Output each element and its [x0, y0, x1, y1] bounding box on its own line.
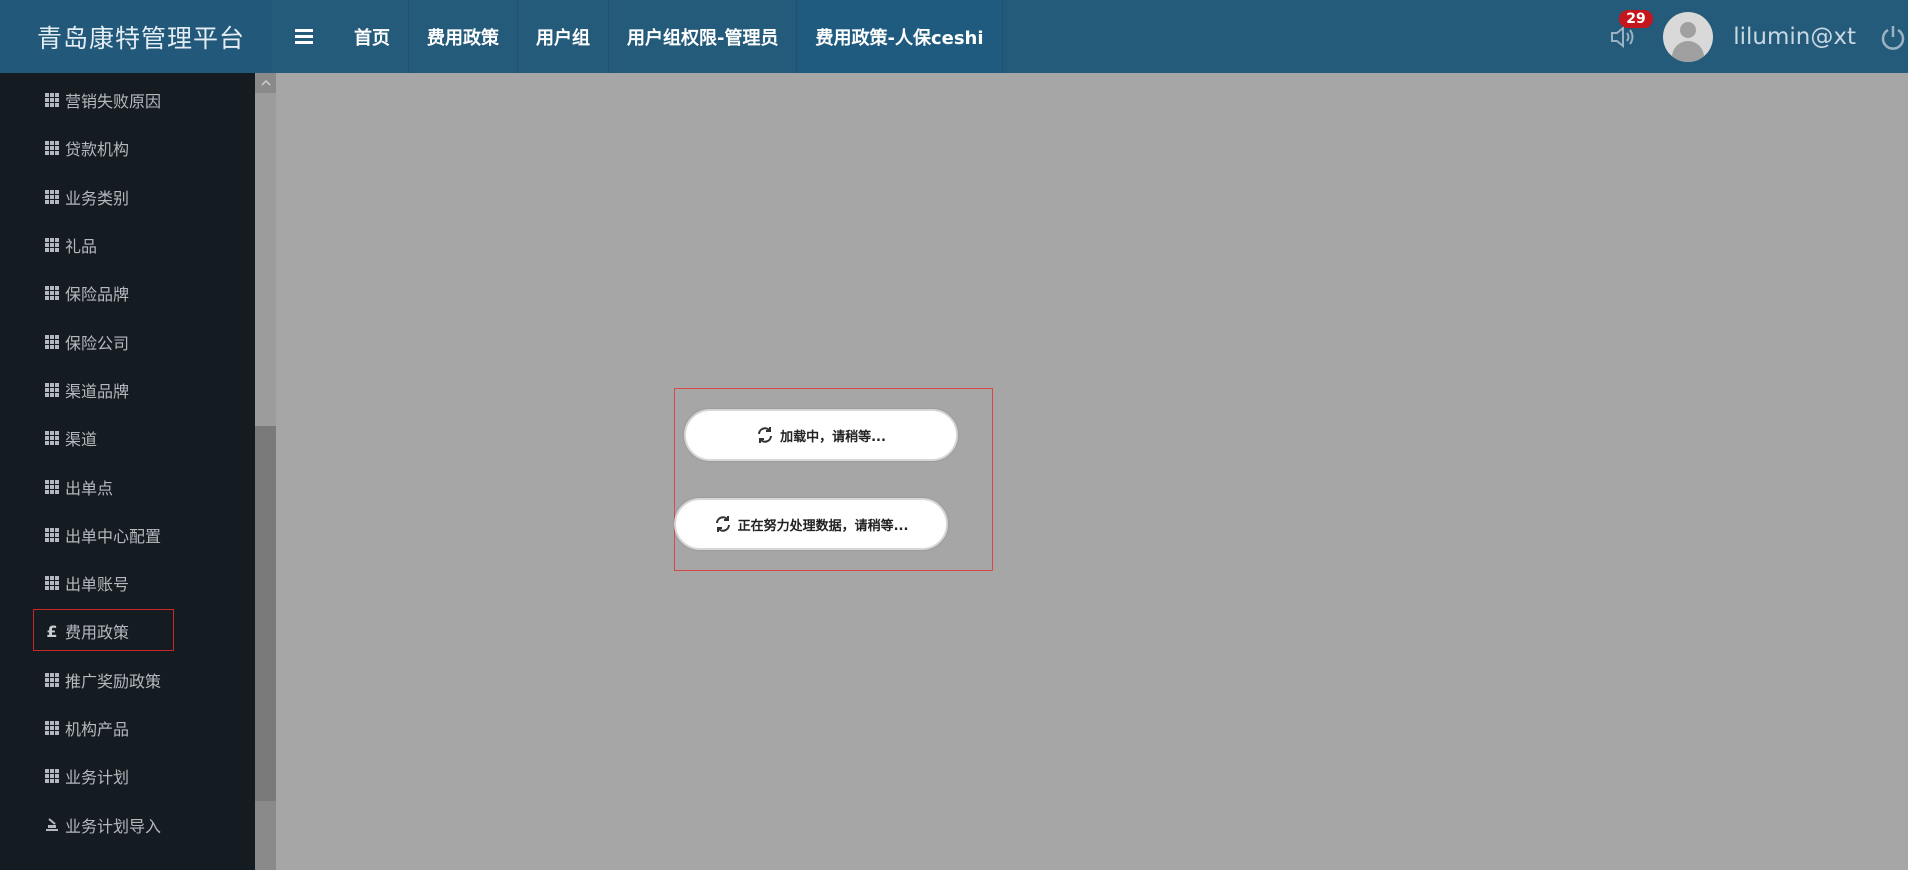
selection-highlight — [33, 609, 174, 652]
grid-icon — [45, 238, 59, 253]
power-icon — [1881, 25, 1905, 50]
grid-icon — [45, 721, 59, 735]
sidebar-item-label: 保险品牌 — [65, 285, 130, 305]
grid-icon — [45, 382, 59, 397]
refresh-icon — [758, 427, 773, 443]
loading-indicator: 加载中，请稍等... — [684, 409, 958, 461]
sidebar-item-fee-policy[interactable]: £ 费用政策 — [0, 607, 255, 655]
main-content — [276, 73, 1908, 870]
logout-button[interactable] — [1878, 22, 1908, 52]
sidebar-item-label: 出单账号 — [65, 575, 130, 595]
grid-icon — [45, 189, 59, 204]
grid-icon — [45, 141, 59, 156]
processing-indicator: 正在努力处理数据，请稍等... — [674, 498, 948, 550]
sidebar-item-label: 业务类别 — [65, 188, 130, 208]
grid-icon — [45, 527, 59, 542]
sidebar-item-gift[interactable]: 礼品 — [0, 221, 255, 269]
grid-icon — [45, 431, 59, 446]
processing-text: 正在努力处理数据，请稍等... — [737, 518, 909, 534]
sidebar-scrollbar[interactable] — [255, 73, 276, 870]
grid-icon — [45, 576, 59, 591]
brand-title[interactable]: 青岛康特管理平台 — [0, 0, 272, 73]
import-icon — [46, 817, 58, 831]
tab-fee-policy[interactable]: 费用政策 — [409, 0, 518, 73]
sidebar-item-label: 机构产品 — [65, 720, 130, 739]
sidebar-item-channel-brand[interactable]: 渠道品牌 — [0, 366, 255, 414]
grid-icon — [45, 672, 59, 687]
grid-icon — [45, 286, 59, 301]
chevron-up-icon — [260, 79, 271, 86]
sidebar-item-channel[interactable]: 渠道 — [0, 414, 255, 462]
tab-user-group-permissions[interactable]: 用户组权限-管理员 — [609, 0, 798, 73]
sidebar-item-label: 礼品 — [65, 237, 98, 257]
sidebar-item-label: 渠道 — [65, 430, 98, 450]
sidebar-item-insurance-brand[interactable]: 保险品牌 — [0, 269, 255, 317]
grid-icon — [45, 93, 59, 108]
avatar[interactable] — [1663, 11, 1714, 62]
scroll-track — [255, 93, 276, 426]
sidebar-item-label: 业务计划 — [65, 768, 130, 788]
sidebar-item-institution-product[interactable]: 机构产品 — [0, 704, 255, 752]
scroll-up-button[interactable] — [255, 73, 276, 93]
sidebar-item-marketing-failure-reason[interactable]: 营销失败原因 — [0, 76, 255, 124]
sidebar-item-label: 营销失败原因 — [65, 92, 162, 112]
scroll-thumb[interactable] — [255, 426, 276, 801]
sidebar-item-insurance-company[interactable]: 保险公司 — [0, 317, 255, 365]
sidebar-item-label: 业务计划导入 — [65, 816, 162, 836]
sidebar-item-issuing-point[interactable]: 出单点 — [0, 462, 255, 510]
sidebar-item-promotion-reward-policy[interactable]: 推广奖励政策 — [0, 656, 255, 704]
menu-toggle-button[interactable] — [272, 0, 336, 73]
sidebar-item-loan-institution[interactable]: 贷款机构 — [0, 124, 255, 172]
sidebar-item-label: 出单中心配置 — [65, 526, 162, 546]
username[interactable]: lilumin@xt — [1733, 24, 1856, 50]
grid-icon — [45, 769, 59, 784]
top-header: 青岛康特管理平台 首页 费用政策 用户组 用户组权限-管理员 费用政策-人保ce… — [0, 0, 1908, 73]
sidebar-item-issuing-center-config[interactable]: 出单中心配置 — [0, 511, 255, 559]
sidebar: 营销失败原因 贷款机构 业务类别 礼品 保险品牌 保险公司 渠道品牌 渠道 出单… — [0, 73, 255, 870]
sidebar-item-label: 渠道品牌 — [65, 381, 130, 401]
tab-home[interactable]: 首页 — [336, 0, 409, 73]
sidebar-item-label: 出单点 — [65, 478, 114, 498]
grid-icon — [45, 334, 59, 349]
hamburger-icon — [295, 29, 313, 44]
header-user-area: 29 lilumin@xt — [1603, 0, 1908, 73]
refresh-icon — [715, 516, 730, 532]
sidebar-item-label: 贷款机构 — [65, 140, 130, 160]
tab-fee-policy-ceshi[interactable]: 费用政策-人保ceshi — [797, 0, 1003, 73]
sidebar-item-label: 保险公司 — [65, 333, 130, 353]
sidebar-item-business-category[interactable]: 业务类别 — [0, 173, 255, 221]
sidebar-item-business-plan[interactable]: 业务计划 — [0, 752, 255, 800]
grid-icon — [45, 479, 59, 494]
tab-user-group[interactable]: 用户组 — [518, 0, 609, 73]
sidebar-item-issuing-account[interactable]: 出单账号 — [0, 559, 255, 607]
loading-text: 加载中，请稍等... — [780, 429, 886, 445]
notification-button[interactable]: 29 — [1603, 9, 1653, 57]
sidebar-item-label: 推广奖励政策 — [65, 671, 162, 691]
sidebar-item-business-plan-import[interactable]: 业务计划导入 — [0, 800, 255, 848]
notification-badge: 29 — [1619, 9, 1653, 28]
